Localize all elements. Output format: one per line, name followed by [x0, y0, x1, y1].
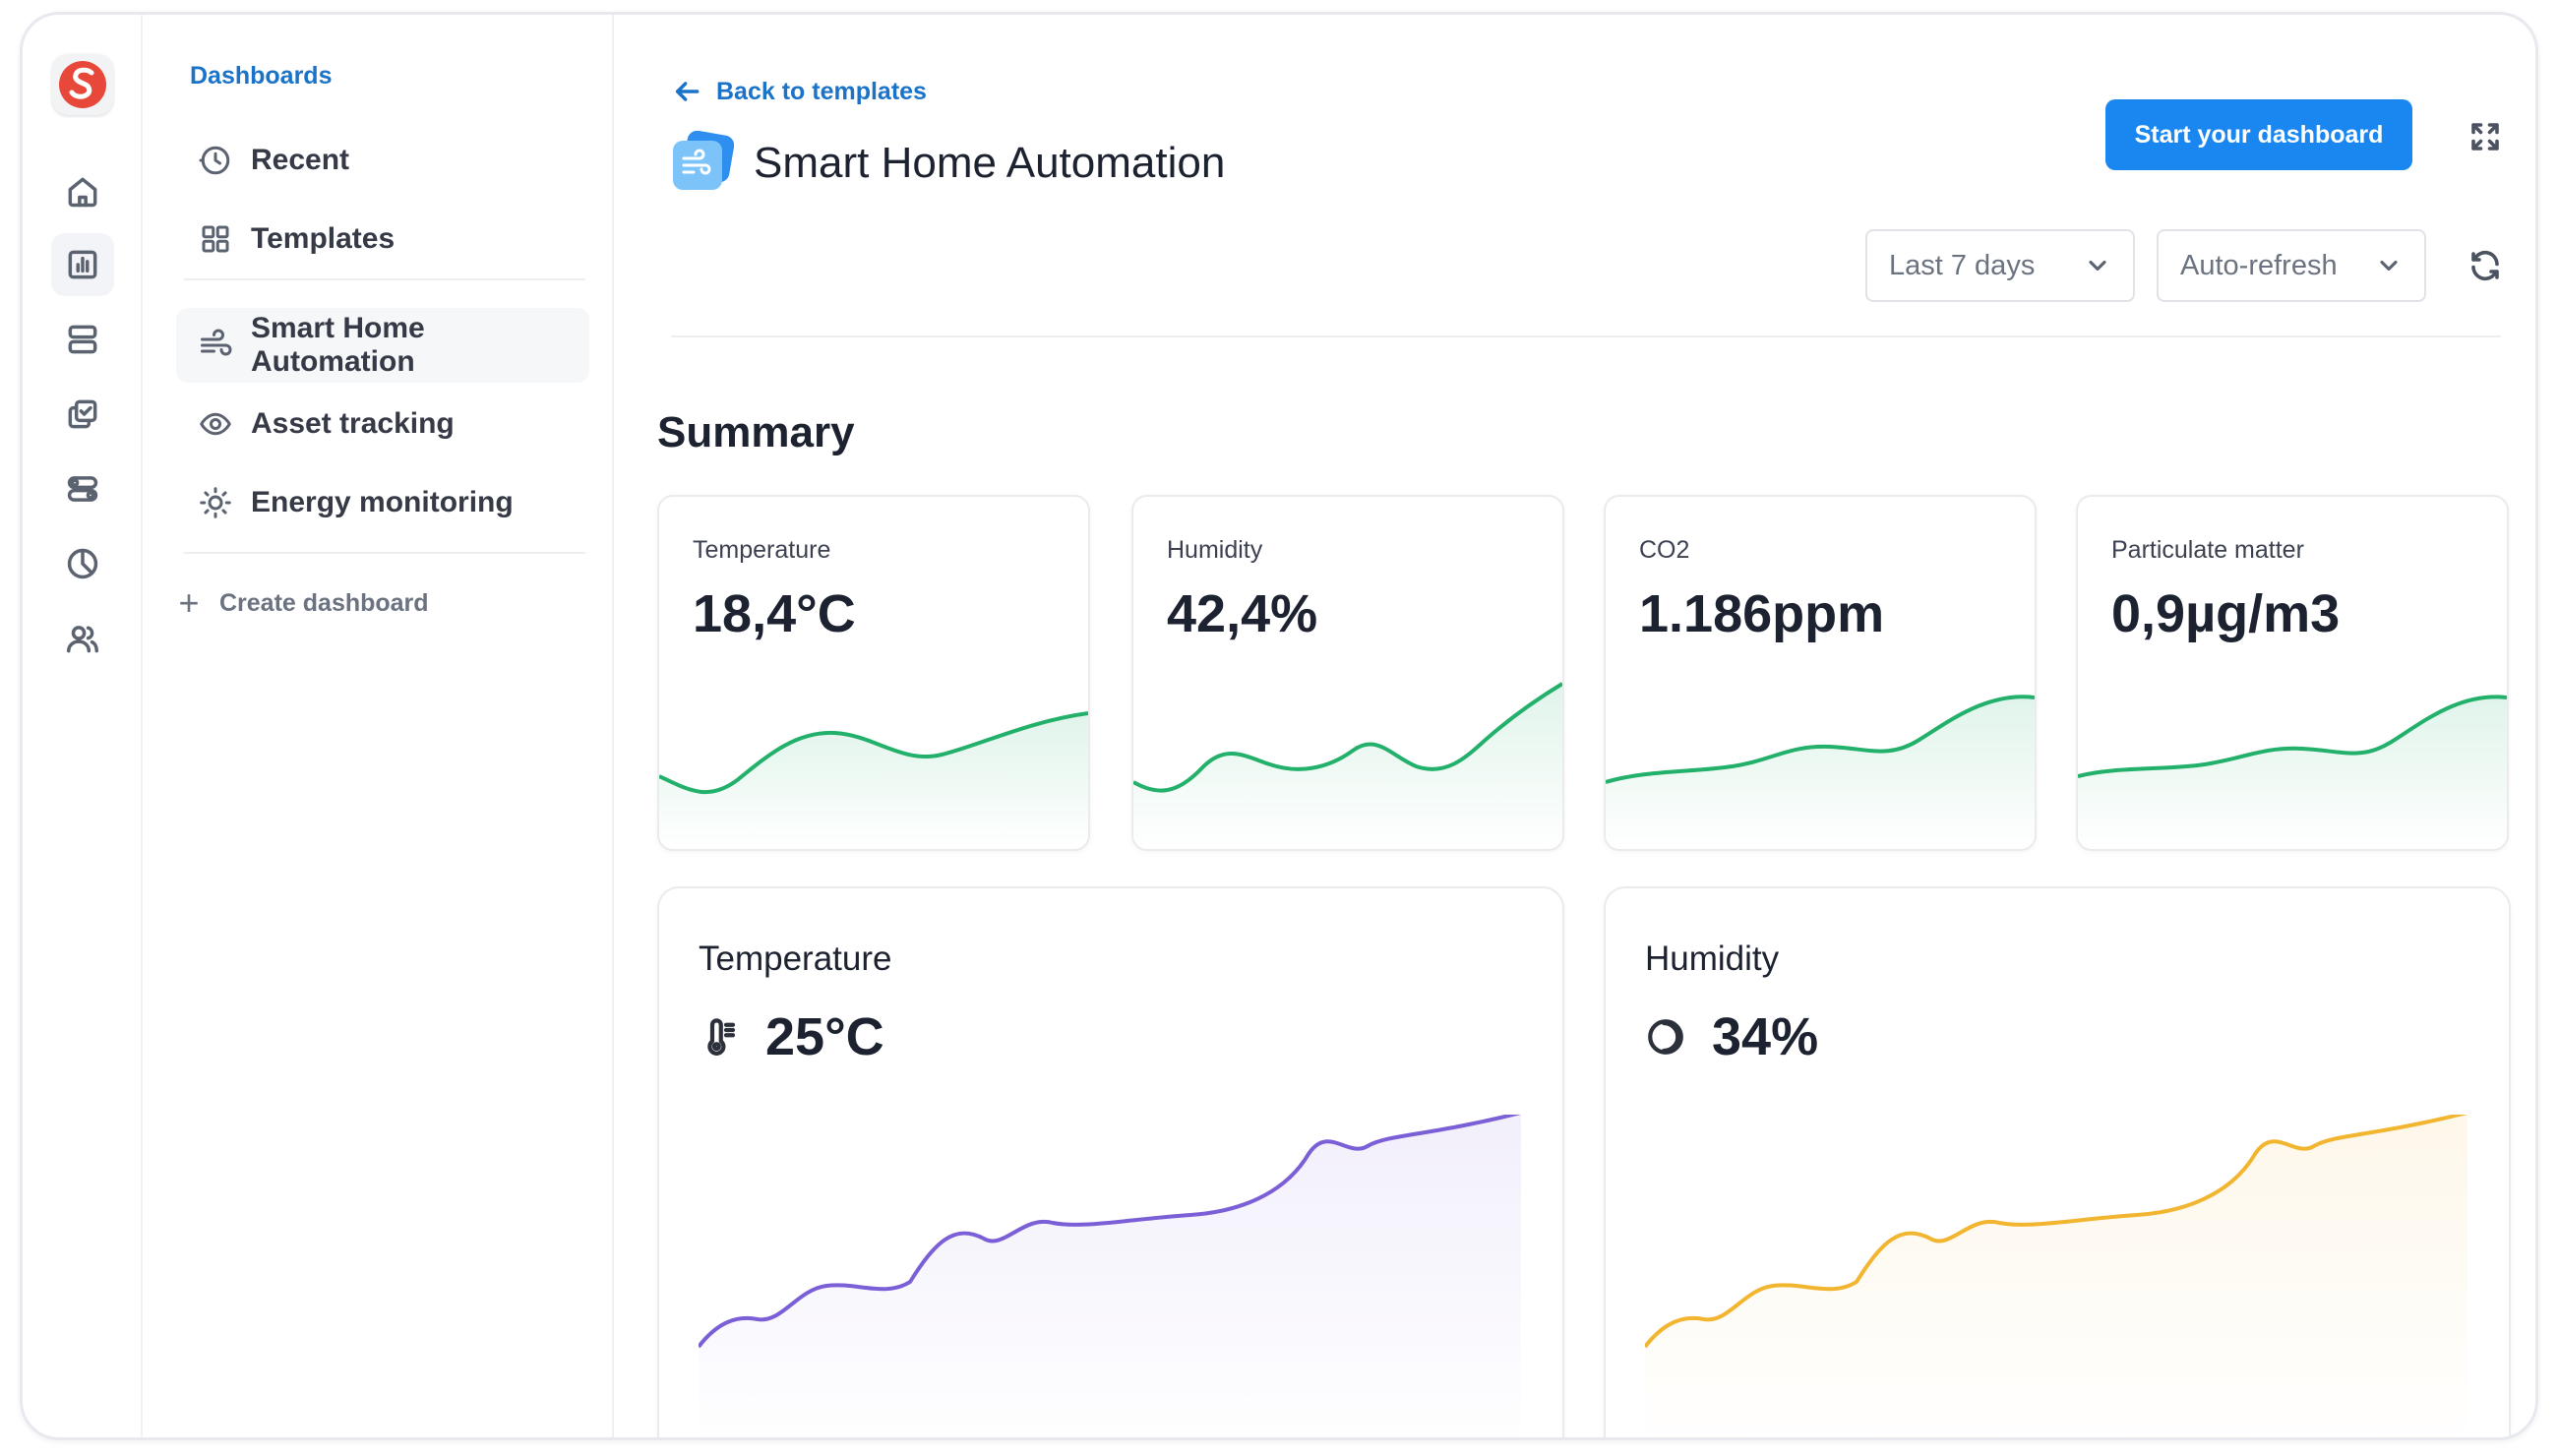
panel-label: Temperature [699, 940, 892, 978]
summary-card-particulate-matter[interactable]: Particulate matter 0,9µg/m3 [2076, 495, 2509, 851]
half-moon-icon [1648, 1019, 1683, 1055]
card-value: 1.186ppm [1639, 584, 1885, 643]
card-label: Temperature [693, 536, 831, 564]
nav-item-templates[interactable]: Templates [176, 202, 589, 276]
start-dashboard-button[interactable]: Start your dashboard [2105, 99, 2412, 170]
summary-title: Summary [657, 408, 855, 456]
chevron-down-icon [2380, 260, 2398, 272]
arrow-left-icon [675, 82, 700, 101]
auto-refresh-select[interactable]: Auto-refresh [2157, 229, 2426, 302]
dashboards-nav: Dashboards Recent Templates Smart Home A… [145, 15, 614, 1437]
humidity-chart [1645, 1115, 2467, 1437]
card-label: CO2 [1639, 536, 1690, 564]
time-range-value: Last 7 days [1889, 249, 2036, 281]
chevron-down-icon [2089, 260, 2106, 272]
template-app-icon [671, 130, 735, 194]
sparkline [1133, 682, 1562, 849]
bar-chart-icon[interactable] [51, 233, 114, 296]
card-value: 18,4°C [693, 584, 856, 643]
auto-refresh-value: Auto-refresh [2180, 249, 2338, 281]
humidity-panel[interactable]: Humidity 34% [1604, 886, 2511, 1437]
nav-item-label: Templates [251, 222, 396, 255]
nav-item-label: Smart Home Automation [251, 312, 425, 378]
nav-divider [184, 278, 585, 280]
nav-item-label: Asset tracking [251, 407, 455, 440]
nav-item-label: Recent [251, 144, 350, 176]
app-window: Dashboards Recent Templates Smart Home A… [20, 12, 2538, 1440]
wind-icon [201, 329, 232, 356]
sparkline [659, 711, 1088, 849]
nav-item-asset-tracking[interactable]: Asset tracking [176, 387, 589, 461]
card-value: 0,9µg/m3 [2111, 584, 2341, 643]
panel-value: 25°C [765, 1007, 884, 1066]
header-divider [671, 335, 2501, 337]
create-dashboard-label: Create dashboard [219, 588, 429, 617]
card-label: Humidity [1167, 536, 1263, 564]
fullscreen-icon[interactable] [2458, 109, 2513, 164]
toggles-icon[interactable] [51, 457, 114, 520]
panel-label: Humidity [1645, 940, 1780, 978]
panel-value: 34% [1712, 1007, 1819, 1066]
nav-item-smart-home[interactable]: Smart Home Automation [176, 308, 589, 383]
eye-icon [200, 412, 231, 436]
sparkline [1606, 695, 2035, 849]
plus-icon: + [178, 582, 200, 623]
temperature-panel[interactable]: Temperature 25°C [657, 886, 1564, 1437]
icon-rail [23, 15, 143, 1437]
back-to-templates-link[interactable]: Back to templates [671, 76, 927, 107]
back-label: Back to templates [716, 77, 927, 105]
temperature-chart [699, 1115, 1521, 1437]
thermometer-icon [707, 1018, 736, 1056]
main-content: Back to templates Smart Home Automation … [616, 15, 2535, 1437]
nav-item-label: Energy monitoring [251, 486, 514, 518]
time-range-select[interactable]: Last 7 days [1865, 229, 2135, 302]
sun-icon [200, 487, 231, 518]
nav-item-energy-monitoring[interactable]: Energy monitoring [176, 465, 589, 540]
app-logo[interactable] [52, 54, 113, 115]
nav-divider [184, 552, 585, 554]
summary-card-co2[interactable]: CO2 1.186ppm [1604, 495, 2037, 851]
users-icon[interactable] [51, 607, 114, 670]
grid-icon [202, 225, 229, 253]
card-value: 42,4% [1167, 584, 1318, 643]
home-icon[interactable] [51, 160, 114, 223]
clock-icon [199, 146, 230, 175]
card-label: Particulate matter [2111, 536, 2304, 564]
nav-item-recent[interactable]: Recent [176, 123, 589, 198]
sparkline [2078, 695, 2507, 849]
nav-heading[interactable]: Dashboards [190, 62, 332, 91]
create-dashboard-button[interactable]: + Create dashboard [172, 574, 429, 633]
page-title: Smart Home Automation [754, 139, 1226, 187]
refresh-icon[interactable] [2458, 238, 2513, 293]
summary-card-temperature[interactable]: Temperature 18,4°C [657, 495, 1090, 851]
pie-chart-icon[interactable] [51, 532, 114, 595]
server-icon[interactable] [51, 308, 114, 371]
summary-card-humidity[interactable]: Humidity 42,4% [1131, 495, 1564, 851]
copy-check-icon[interactable] [51, 383, 114, 446]
